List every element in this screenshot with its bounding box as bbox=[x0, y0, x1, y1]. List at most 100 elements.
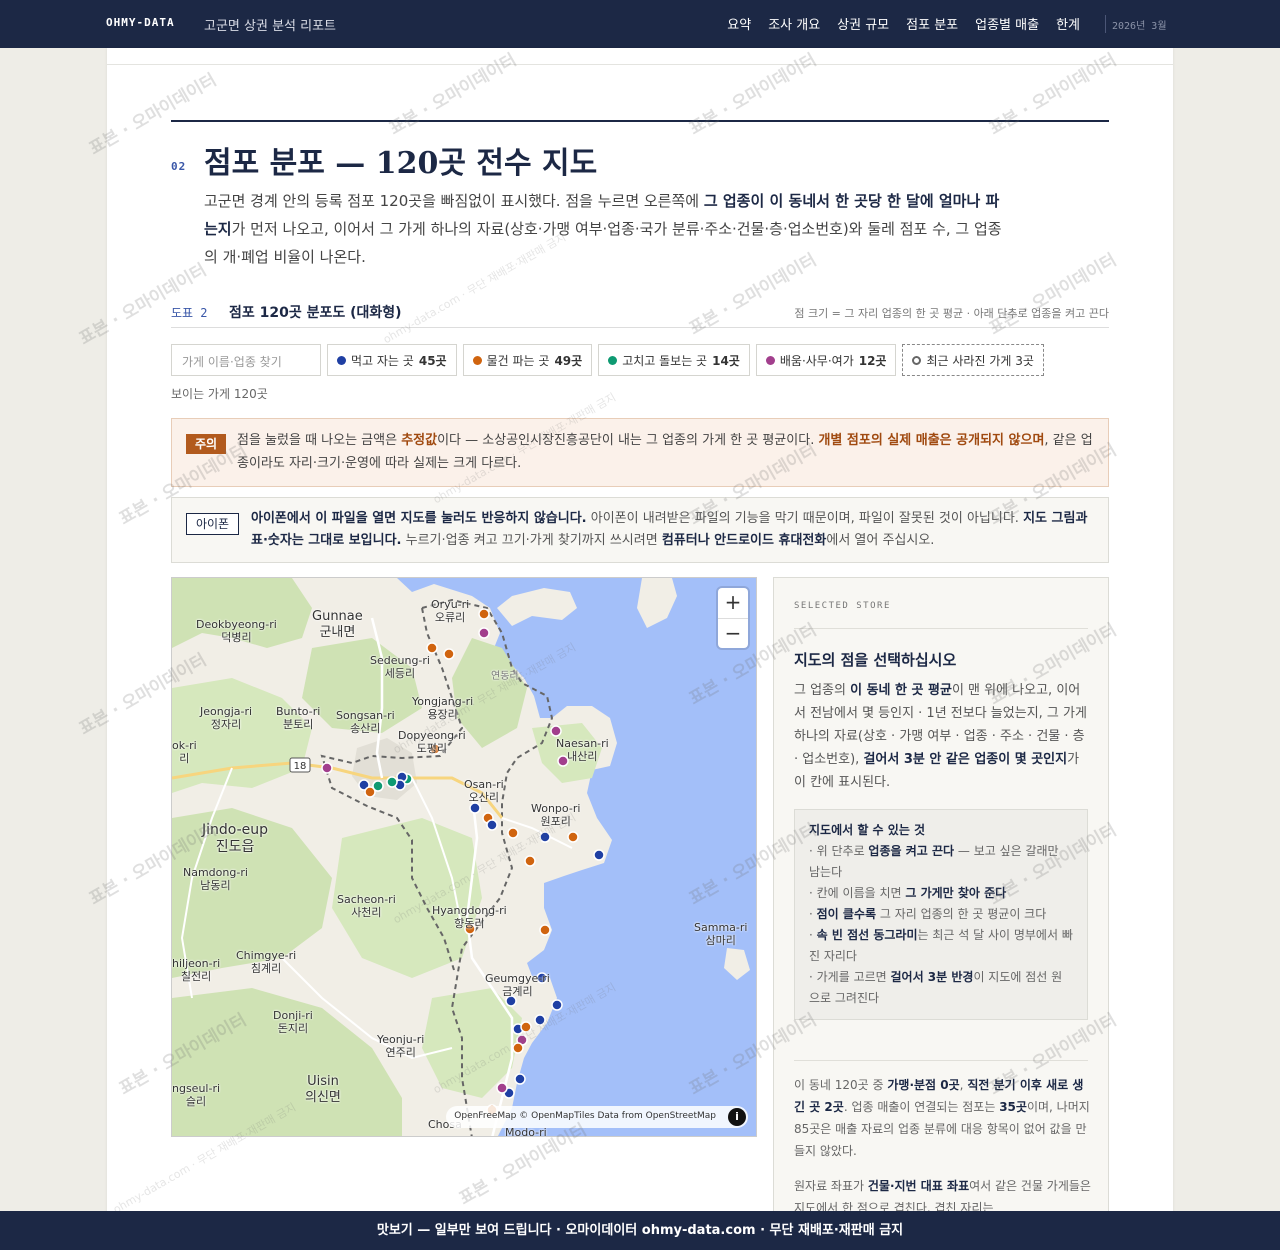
panel-kicker: SELECTED STORE bbox=[794, 601, 891, 611]
filter-chip-education-office-leisure[interactable]: 배움·사무·여가 12곳 bbox=[755, 344, 897, 376]
store-marker[interactable] bbox=[469, 802, 481, 814]
place-label: Uisin 의신면 bbox=[305, 1074, 341, 1105]
figure-label: 도표 2 bbox=[171, 306, 208, 320]
selected-store-panel: SELECTED STORE 지도의 점을 선택하십시오 그 업종의 이 동네 … bbox=[773, 577, 1109, 1250]
brand-logo[interactable]: OHMY-DATA bbox=[106, 16, 175, 29]
howto-item: · 위 단추로 업종을 켜고 끈다 — 보고 싶은 갈래만 남는다 bbox=[809, 844, 1059, 879]
notice-text-part: 이다 — 소상공인시장진흥공단이 내는 그 업종의 가게 한 곳 평균이다. bbox=[437, 433, 819, 448]
store-marker[interactable] bbox=[321, 762, 333, 774]
report-title: 고군면 상권 분석 리포트 bbox=[204, 19, 336, 34]
notice-emphasis: 개별 점포의 실제 매출은 공개되지 않으며 bbox=[818, 433, 1045, 448]
store-marker[interactable] bbox=[534, 1014, 546, 1026]
retail-dot-icon bbox=[472, 355, 482, 365]
chip-count: 45곳 bbox=[418, 353, 447, 368]
map-land bbox=[724, 948, 750, 980]
place-label: Yeonju-ri 연주리 bbox=[377, 1033, 425, 1059]
howto-item: · 가게를 고르면 걸어서 3분 반경이 지도에 점선 원으로 그려진다 bbox=[809, 970, 1063, 1005]
lead-text: 가 먼저 나오고, 이어서 그 가게 하나의 자료(상호·가맹 여부·업종·국가… bbox=[204, 220, 1002, 266]
store-marker[interactable] bbox=[539, 831, 551, 843]
store-marker[interactable] bbox=[386, 776, 398, 788]
card-divider bbox=[107, 64, 1173, 65]
filter-bar: 가게 이름·업종 찾기 먹고 자는 곳 45곳 물건 파는 곳 49곳 고치고 … bbox=[171, 344, 1044, 376]
place-label: Wonpo-ri 원포리 bbox=[531, 802, 581, 828]
store-marker[interactable] bbox=[539, 924, 551, 936]
store-marker[interactable] bbox=[551, 999, 563, 1011]
filter-chip-food-lodging[interactable]: 먹고 자는 곳 45곳 bbox=[327, 344, 457, 376]
ios-emphasis: 컴퓨터나 안드로이드 휴대전화 bbox=[661, 533, 827, 548]
nav-link-overview[interactable]: 조사 개요 bbox=[768, 14, 820, 33]
place-label: Namdong-ri 남동리 bbox=[183, 866, 248, 892]
place-label: Chimgye-ri 침계리 bbox=[236, 949, 297, 975]
figure-title: 점포 120곳 분포도 (대화형) bbox=[229, 305, 402, 321]
place-label: Bunto-ri 분토리 bbox=[276, 705, 321, 731]
store-search-input[interactable]: 가게 이름·업종 찾기 bbox=[171, 344, 321, 376]
store-marker[interactable] bbox=[524, 855, 536, 867]
panel-stats: 이 동네 120곳 중 가맹·분점 0곳, 직전 분기 이후 새로 생긴 곳 2… bbox=[794, 1078, 1090, 1158]
place-label: Osan-ri 오산리 bbox=[464, 778, 504, 804]
place-label: Oryu-ri 오류리 bbox=[431, 598, 470, 624]
nav-divider bbox=[1105, 15, 1106, 33]
place-label: Jeongja-ri 정자리 bbox=[200, 705, 253, 731]
content-card: 02 점포 분포 — 120곳 전수 지도 고군면 경계 안의 등록 점포 12… bbox=[107, 48, 1173, 1250]
zoom-control: + − bbox=[718, 588, 748, 648]
figure-note: 점 크기 = 그 자리 업종의 한 곳 평균 · 아래 단추로 업종을 켜고 끈… bbox=[794, 307, 1109, 320]
nav-links: 요약 조사 개요 상권 규모 점포 분포 업종별 매출 한계 bbox=[727, 14, 1080, 33]
panel-divider bbox=[794, 1060, 1088, 1061]
howto-title: 지도에서 할 수 있는 것 bbox=[809, 823, 926, 837]
place-label: Songsan-ri 송산리 bbox=[336, 709, 395, 735]
place-label: Dopyeong-ri 도평리 bbox=[398, 729, 466, 755]
store-marker[interactable] bbox=[520, 1021, 532, 1033]
place-label: Yongjang-ri 용장리 bbox=[412, 695, 474, 721]
map-howto-box: 지도에서 할 수 있는 것 · 위 단추로 업종을 켜고 끈다 — 보고 싶은 … bbox=[794, 809, 1088, 1020]
place-label: Hyangdong-ri 향동리 bbox=[432, 904, 507, 930]
map-attribution: OpenFreeMap © OpenMapTiles Data from Ope… bbox=[446, 1106, 748, 1128]
caution-tag: 주의 bbox=[186, 434, 226, 454]
store-marker[interactable] bbox=[567, 831, 579, 843]
lead-text: 고군면 경계 안의 등록 점포 120곳을 빠짐없이 표시했다. 점을 누르면 … bbox=[204, 192, 704, 210]
filter-chip-retail[interactable]: 물건 파는 곳 49곳 bbox=[462, 344, 593, 376]
place-label: Deokbyeong-ri 덕병리 bbox=[196, 618, 277, 644]
nav-link-summary[interactable]: 요약 bbox=[727, 14, 751, 33]
info-icon[interactable]: i bbox=[728, 1108, 746, 1126]
zoom-out-button[interactable]: − bbox=[718, 618, 748, 648]
filter-chip-closed-stores[interactable]: 최근 사라진 가게 3곳 bbox=[902, 344, 1044, 376]
panel-description: 그 업종의 이 동네 한 곳 평균이 맨 위에 나오고, 이어서 전남에서 몇 … bbox=[794, 683, 1087, 790]
filter-chip-repair-care[interactable]: 고치고 돌보는 곳 14곳 bbox=[598, 344, 750, 376]
store-marker[interactable] bbox=[593, 849, 605, 861]
store-marker[interactable] bbox=[478, 627, 490, 639]
zoom-in-button[interactable]: + bbox=[718, 588, 748, 618]
caution-notice: 주의 점을 눌렀을 때 나오는 금액은 추정값이다 — 소상공인시장진흥공단이 … bbox=[171, 418, 1109, 487]
section-title: 점포 분포 — 120곳 전수 지도 bbox=[204, 146, 598, 181]
store-marker[interactable] bbox=[512, 1042, 524, 1054]
howto-item: · 칸에 이름을 치면 그 가게만 찾아 준다 bbox=[809, 886, 1007, 900]
ios-emphasis: 아이폰에서 이 파일을 열면 지도를 눌러도 반응하지 않습니다. bbox=[251, 511, 587, 526]
store-marker[interactable] bbox=[514, 1073, 526, 1085]
store-marker[interactable] bbox=[486, 819, 498, 831]
store-marker[interactable] bbox=[443, 648, 455, 660]
chip-label: 먹고 자는 곳 bbox=[351, 353, 414, 368]
ios-text-part: 누르기·업종 켜고 끄기·가게 찾기까지 쓰시려면 bbox=[401, 533, 662, 548]
store-marker[interactable] bbox=[372, 780, 384, 792]
education-dot-icon bbox=[765, 355, 775, 365]
figure-header: 도표 2 점포 120곳 분포도 (대화형) 점 크기 = 그 자리 업종의 한… bbox=[171, 302, 1109, 328]
chip-count: 49곳 bbox=[554, 353, 583, 368]
nav-link-store-distribution[interactable]: 점포 분포 bbox=[906, 14, 958, 33]
store-marker[interactable] bbox=[496, 1082, 508, 1094]
store-marker[interactable] bbox=[507, 827, 519, 839]
map-land bbox=[637, 578, 677, 628]
notice-emphasis: 추정값 bbox=[401, 433, 438, 448]
store-distribution-map[interactable]: 18 Gunnae 군내면 Deokbyeong-ri 덕병리 Oryu-ri 오류리… bbox=[171, 577, 757, 1137]
nav-link-limitations[interactable]: 한계 bbox=[1056, 14, 1080, 33]
chip-count: 12곳 bbox=[858, 353, 887, 368]
repair-care-dot-icon bbox=[608, 355, 618, 365]
chip-label: 배움·사무·여가 bbox=[779, 353, 854, 368]
store-marker[interactable] bbox=[550, 725, 562, 737]
route-number: 18 bbox=[294, 761, 307, 772]
chip-label: 최근 사라진 가게 3곳 bbox=[926, 353, 1034, 368]
nav-link-market-size[interactable]: 상권 규모 bbox=[837, 14, 889, 33]
attribution-text[interactable]: OpenFreeMap © OpenMapTiles Data from Ope… bbox=[454, 1111, 716, 1121]
nav-link-sales-by-industry[interactable]: 업종별 매출 bbox=[975, 14, 1039, 33]
store-marker[interactable] bbox=[426, 642, 438, 654]
store-marker[interactable] bbox=[478, 608, 490, 620]
report-date: 2026년 3월 bbox=[1112, 21, 1167, 32]
